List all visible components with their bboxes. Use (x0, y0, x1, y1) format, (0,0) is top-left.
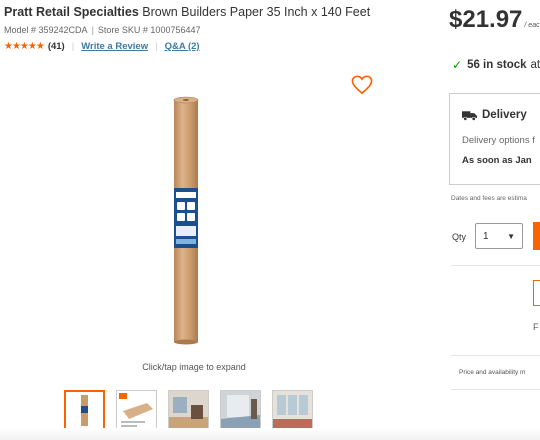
truck-icon (462, 110, 477, 121)
price: $21.97/ eac (449, 6, 540, 34)
divider (451, 265, 540, 266)
expand-hint: Click/tap image to expand (142, 362, 246, 372)
product-brand[interactable]: Pratt Retail Specialties (4, 5, 139, 19)
heart-outline-icon[interactable] (351, 75, 373, 95)
qa-link[interactable]: Q&A (2) (165, 41, 200, 52)
rating-count[interactable]: (41) (48, 41, 65, 52)
stock-count: 56 in stock (467, 59, 527, 71)
thumbnail-roll[interactable] (64, 390, 105, 431)
thumbnail-room-3[interactable] (272, 390, 313, 431)
price-unit: / eac (524, 22, 540, 29)
rating-stars[interactable]: ★★★★★ (4, 41, 45, 52)
price-availability-note: Price and availability m (459, 369, 526, 376)
quantity-select[interactable]: 1 ▼ (475, 223, 523, 249)
price-value: $21.97 (449, 6, 523, 33)
chevron-down-icon: ▼ (507, 231, 515, 241)
stock-suffix: at (530, 59, 540, 71)
model-number: Model # 359242CDA (4, 25, 88, 35)
page-bottom-shade (0, 428, 540, 440)
delivery-options: Delivery options f (462, 135, 535, 146)
rating-row: ★★★★★ (41) | Write a Review | Q&A (2) (4, 41, 200, 52)
delivery-title: Delivery (482, 109, 527, 121)
product-title: Pratt Retail Specialties Brown Builders … (4, 5, 370, 19)
stock-status: ✓ 56 in stock at (452, 58, 540, 72)
thumbnail-room-1[interactable] (168, 390, 209, 431)
quantity-label: Qty (452, 232, 467, 242)
thumbnail-strip (64, 390, 313, 431)
delivery-heading: Delivery (462, 109, 527, 121)
delivery-card[interactable]: Delivery Delivery options f As soon as J… (449, 93, 540, 185)
product-meta: Model # 359242CDA | Store SKU # 1000756447 (4, 25, 200, 35)
partial-label: F (533, 322, 539, 332)
add-to-cart-button[interactable] (533, 222, 540, 250)
thumbnail-room-2[interactable] (220, 390, 261, 431)
secondary-action-button[interactable] (533, 280, 540, 306)
meta-separator: | (91, 25, 94, 35)
checkmark-icon: ✓ (452, 58, 463, 72)
rating-separator: | (71, 41, 75, 52)
thumbnail-paper-sheet[interactable] (116, 390, 157, 431)
delivery-date: As soon as Jan (462, 155, 532, 166)
fees-note: Dates and fees are estima (451, 195, 527, 202)
quantity-value: 1 (483, 230, 489, 242)
write-review-link[interactable]: Write a Review (81, 41, 148, 52)
qa-separator: | (155, 41, 158, 52)
divider (451, 389, 540, 390)
product-image[interactable] (166, 96, 206, 346)
store-sku: Store SKU # 1000756447 (97, 25, 201, 35)
divider (451, 355, 540, 356)
product-name: Brown Builders Paper 35 Inch x 140 Feet (142, 5, 371, 19)
